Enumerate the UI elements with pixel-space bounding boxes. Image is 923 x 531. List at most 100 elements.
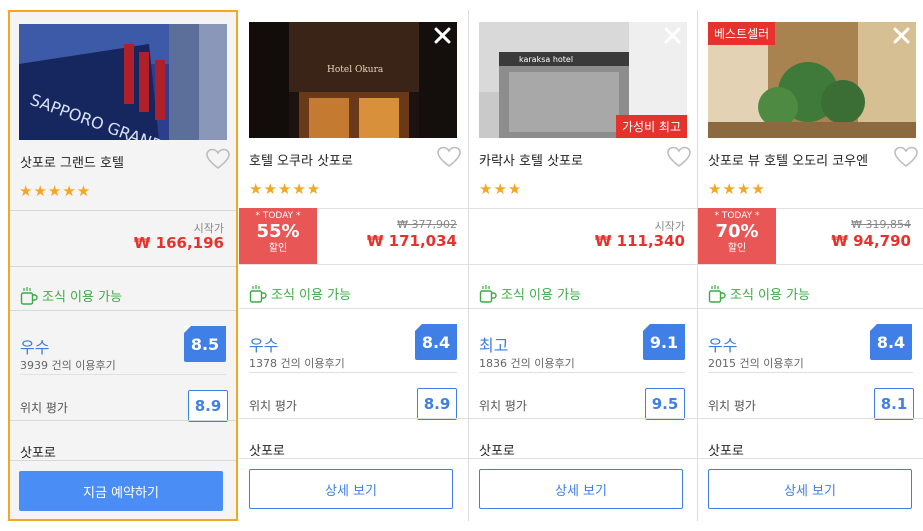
discount-percent: 70% <box>715 221 759 242</box>
price[interactable]: ₩ 166,196 <box>134 234 224 252</box>
breakfast-info: 조식 이용 가능 <box>20 286 122 306</box>
heart-icon[interactable] <box>667 146 691 168</box>
discount-label: 할인 <box>727 243 747 254</box>
hotel-card-sapporo-view[interactable]: 베스트셀러 삿포로 뷰 호텔 오도리 코우엔 ★★★★ * TODAY * 70… <box>698 10 923 521</box>
city-label: 삿포로 <box>708 444 744 459</box>
divider <box>10 266 236 267</box>
breakfast-label: 조식 이용 가능 <box>42 290 123 305</box>
price[interactable]: ₩ 111,340 <box>595 232 685 250</box>
hotel-name[interactable]: 삿포로 그랜드 호텔 <box>20 152 124 171</box>
divider <box>10 460 236 461</box>
heart-icon[interactable] <box>894 146 918 168</box>
location-rating-label: 위치 평가 <box>479 399 527 413</box>
hotel-name[interactable]: 삿포로 뷰 호텔 오도리 코우엔 <box>708 150 868 169</box>
book-now-button[interactable]: 지금 예약하기 <box>19 471 223 511</box>
divider <box>20 374 226 375</box>
divider <box>479 372 685 373</box>
breakfast-label: 조식 이용 가능 <box>271 288 352 303</box>
divider <box>239 458 469 459</box>
original-price: ₩ 319,854 <box>851 218 911 231</box>
hotel-name[interactable]: 카락사 호텔 삿포로 <box>479 150 583 169</box>
location-score: 8.9 <box>188 390 228 422</box>
divider <box>469 458 697 459</box>
divider <box>239 308 469 309</box>
price-section: 시작가 ₩ 166,196 <box>10 210 236 266</box>
hotel-card-sapporo-grand[interactable]: SAPPORO GRAND 삿포로 그랜드 호텔 ★★★★★ 시작가 ₩ 166… <box>8 10 238 521</box>
review-count[interactable]: 2015 건의 이용후기 <box>708 355 804 371</box>
close-icon[interactable] <box>433 26 451 44</box>
city-label: 삿포로 <box>479 444 515 459</box>
star-rating: ★★★★ <box>708 180 766 198</box>
hotel-card-okura[interactable]: Hotel Okura 호텔 오쿠라 삿포로 ★★★★★ * TODAY * 5… <box>239 10 469 521</box>
view-details-button[interactable]: 상세 보기 <box>708 469 912 509</box>
svg-text:Hotel Okura: Hotel Okura <box>327 65 384 75</box>
hotel-photo[interactable]: Hotel Okura <box>249 22 457 138</box>
breakfast-info: 조식 이용 가능 <box>249 284 351 304</box>
divider <box>239 264 469 265</box>
review-score: 8.4 <box>870 324 912 360</box>
review-score: 9.1 <box>643 324 685 360</box>
star-rating: ★★★ <box>479 180 523 198</box>
review-score: 8.4 <box>415 324 457 360</box>
divider <box>698 308 923 309</box>
star-rating: ★★★★★ <box>249 180 322 198</box>
heart-icon[interactable] <box>437 146 461 168</box>
discount-label: 할인 <box>268 243 288 254</box>
price-section: 시작가 ₩ 111,340 <box>469 208 697 264</box>
location-rating-label: 위치 평가 <box>249 399 297 413</box>
price[interactable]: ₩ 94,790 <box>831 232 911 250</box>
divider <box>249 372 457 373</box>
divider <box>10 310 236 311</box>
city-label: 삿포로 <box>20 446 56 461</box>
price[interactable]: ₩ 171,034 <box>367 232 457 250</box>
svg-text:karaksa hotel: karaksa hotel <box>519 55 573 64</box>
view-details-button[interactable]: 상세 보기 <box>479 469 683 509</box>
breakfast-label: 조식 이용 가능 <box>730 288 811 303</box>
bestseller-badge: 베스트셀러 <box>708 22 776 45</box>
price-section: * TODAY * 70% 할인 ₩ 319,854 ₩ 94,790 <box>698 208 923 264</box>
divider <box>698 458 923 459</box>
view-details-button[interactable]: 상세 보기 <box>249 469 453 509</box>
review-score: 8.5 <box>184 326 226 362</box>
divider <box>10 420 236 421</box>
rating-word: 우수 <box>249 336 279 355</box>
best-value-badge: 가성비 최고 <box>615 115 687 138</box>
breakfast-info: 조식 이용 가능 <box>479 284 581 304</box>
divider <box>698 418 923 419</box>
location-score: 8.9 <box>417 388 457 420</box>
divider <box>708 372 913 373</box>
close-icon[interactable] <box>892 26 910 44</box>
breakfast-info: 조식 이용 가능 <box>708 284 810 304</box>
close-icon[interactable] <box>663 26 681 44</box>
location-score: 8.1 <box>874 388 914 420</box>
rating-word: 우수 <box>708 336 738 355</box>
divider <box>698 264 923 265</box>
discount-today: * TODAY * <box>255 211 301 221</box>
hotel-card-karaksa[interactable]: karaksa hotel 가성비 최고 카락사 호텔 삿포로 ★★★ 시작가 … <box>469 10 699 521</box>
discount-badge: * TODAY * 55% 할인 <box>239 208 317 264</box>
original-price: ₩ 377,902 <box>397 218 457 231</box>
discount-today: * TODAY * <box>714 211 760 221</box>
hotel-photo[interactable]: 베스트셀러 <box>708 22 916 138</box>
review-count[interactable]: 1836 건의 이용후기 <box>479 355 575 371</box>
divider <box>469 308 697 309</box>
location-rating-label: 위치 평가 <box>20 401 68 415</box>
coffee-cup-icon <box>249 285 267 303</box>
review-count[interactable]: 1378 건의 이용후기 <box>249 355 345 371</box>
coffee-cup-icon <box>20 287 38 305</box>
location-score: 9.5 <box>645 388 685 420</box>
rating-word: 최고 <box>479 336 509 355</box>
heart-icon[interactable] <box>206 148 230 170</box>
price-section: * TODAY * 55% 할인 ₩ 377,902 ₩ 171,034 <box>239 208 469 264</box>
hotel-name[interactable]: 호텔 오쿠라 삿포로 <box>249 150 353 169</box>
hotel-photo[interactable]: karaksa hotel 가성비 최고 <box>479 22 687 138</box>
discount-percent: 55% <box>256 221 300 242</box>
hotel-photo[interactable]: SAPPORO GRAND <box>19 24 227 140</box>
hotel-results: SAPPORO GRAND 삿포로 그랜드 호텔 ★★★★★ 시작가 ₩ 166… <box>0 0 923 531</box>
divider <box>469 418 697 419</box>
coffee-cup-icon <box>708 285 726 303</box>
breakfast-label: 조식 이용 가능 <box>501 288 582 303</box>
review-count[interactable]: 3939 건의 이용후기 <box>20 357 116 373</box>
divider <box>469 264 697 265</box>
divider <box>239 418 469 419</box>
